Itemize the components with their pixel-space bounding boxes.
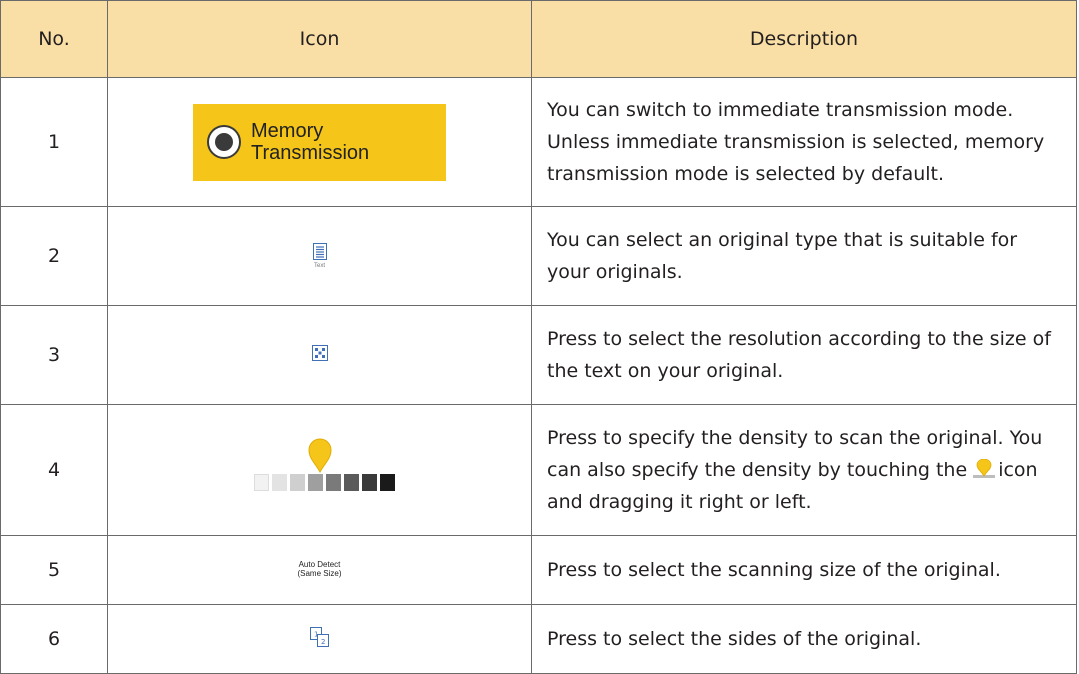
icon-cell: Memory Transmission <box>107 77 532 207</box>
auto-detect-line1: Auto Detect <box>298 560 341 569</box>
text-document-icon <box>312 243 327 260</box>
row-description: You can select an original type that is … <box>531 206 1077 306</box>
row-description: Press to specify the density to scan the… <box>531 404 1077 536</box>
header-icon: Icon <box>107 0 532 78</box>
icon-cell: 1 2 <box>107 604 532 674</box>
table-row: 3 Press to select the resolution accordi… <box>0 305 1077 405</box>
row-description: Press to select the sides of the origina… <box>531 604 1077 674</box>
header-no: No. <box>0 0 108 78</box>
row-description: Press to select the scanning size of the… <box>531 535 1077 605</box>
icon-cell: Text <box>107 206 532 306</box>
table-header-row: No. Icon Description <box>0 0 1077 78</box>
density-marker-inline-icon <box>973 459 996 478</box>
memory-label-line2: Transmission <box>251 142 370 164</box>
icon-cell <box>107 404 532 536</box>
original-sides-icon: 1 2 <box>309 627 329 647</box>
table-row: 4 Press to specify the density to scan t… <box>0 404 1077 536</box>
density-slider-icon <box>253 438 395 498</box>
density-scale <box>253 474 395 491</box>
auto-detect-size-icon: Auto Detect (Same Size) <box>297 560 341 578</box>
row-number: 6 <box>0 604 108 674</box>
table-row: 6 1 2 Press to select the sides of the o… <box>0 604 1077 674</box>
icon-description-table: No. Icon Description 1 Memory Transmissi… <box>0 0 1077 674</box>
table-row: 5 Auto Detect (Same Size) Press to selec… <box>0 535 1077 605</box>
row-description-part1: Press to specify the density to scan the… <box>547 427 1043 481</box>
row-number: 5 <box>0 535 108 605</box>
auto-detect-line2: (Same Size) <box>297 569 342 578</box>
text-original-icon: Text <box>312 243 327 269</box>
side-digit-1: 1 <box>314 631 318 639</box>
icon-cell <box>107 305 532 405</box>
resolution-icon <box>311 345 328 361</box>
memory-transmission-label: Memory Transmission <box>251 120 369 164</box>
row-number: 3 <box>0 305 108 405</box>
memory-transmission-radio-icon <box>207 125 241 159</box>
side-digit-2: 2 <box>321 638 325 646</box>
header-description: Description <box>531 0 1077 78</box>
row-number: 2 <box>0 206 108 306</box>
table-row: 1 Memory Transmission You can switch to … <box>0 77 1077 207</box>
table-row: 2 Text You can select an original type t… <box>0 206 1077 306</box>
text-icon-caption: Text <box>313 263 325 269</box>
memory-transmission-button: Memory Transmission <box>193 103 446 181</box>
icon-cell: Auto Detect (Same Size) <box>107 535 532 605</box>
row-number: 1 <box>0 77 108 207</box>
density-marker-icon <box>307 438 332 474</box>
memory-label-line1: Memory <box>251 120 324 142</box>
row-description: Press to select the resolution according… <box>531 305 1077 405</box>
row-description: You can switch to immediate transmission… <box>531 77 1077 207</box>
row-number: 4 <box>0 404 108 536</box>
